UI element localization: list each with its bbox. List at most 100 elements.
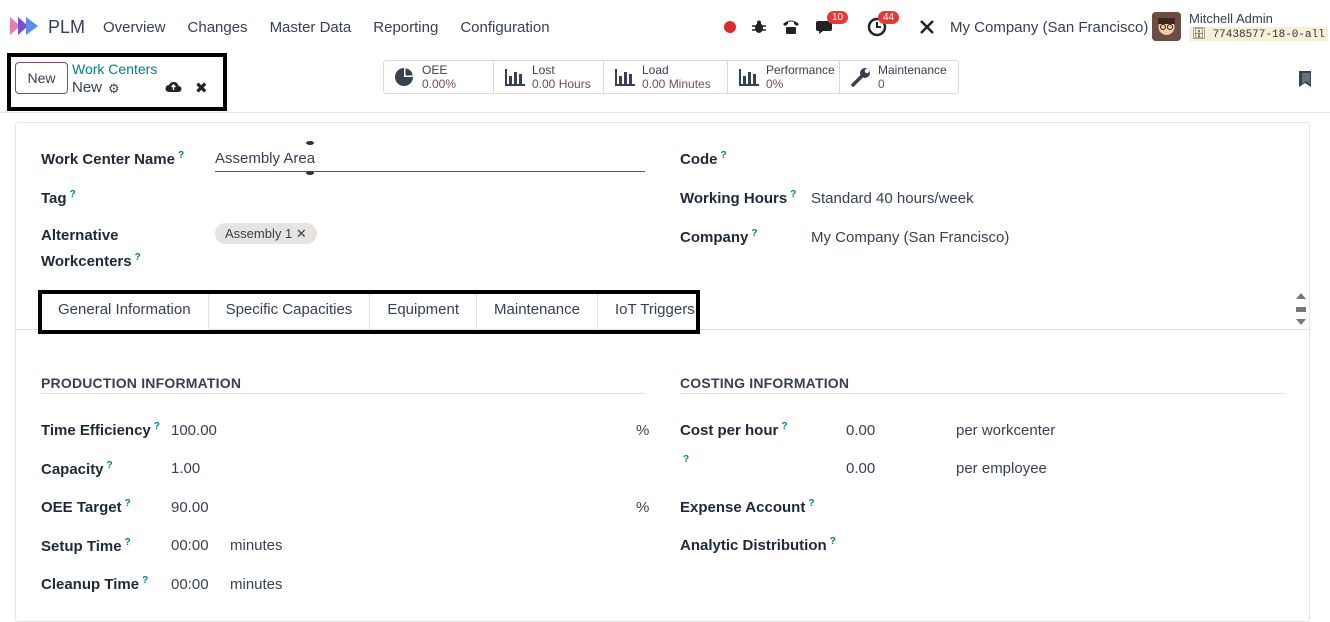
per-workcenter-unit: per workcenter [956, 422, 1056, 439]
cost-per-hour-label: Cost per hour? [680, 421, 788, 439]
percent-unit: % [636, 422, 650, 439]
help-tooltip-icon[interactable]: ? [142, 575, 148, 586]
help-tooltip-icon[interactable]: ? [125, 498, 131, 509]
avatar[interactable] [1152, 12, 1181, 41]
alternative-workcenters-label: Alternative Workcenters? [41, 227, 141, 270]
pie-chart-icon [395, 68, 413, 86]
messages-icon[interactable]: 10 [814, 11, 849, 40]
menu-changes[interactable]: Changes [188, 19, 248, 36]
percent-unit: % [636, 499, 650, 516]
menu-configuration[interactable]: Configuration [460, 19, 549, 36]
activities-icon[interactable]: 44 [865, 11, 900, 40]
user-name[interactable]: Mitchell Admin [1189, 11, 1273, 26]
menu-overview[interactable]: Overview [103, 19, 166, 36]
minutes-unit: minutes [230, 537, 283, 554]
oee-target-input[interactable]: 90.00 [171, 499, 209, 516]
setup-time-input[interactable]: 00:00 [171, 537, 209, 554]
help-tooltip-icon[interactable]: ? [781, 421, 787, 432]
section-divider [680, 393, 1285, 394]
help-tooltip-icon[interactable]: ? [683, 454, 689, 465]
code-label: Code? [680, 150, 727, 168]
tools-icon[interactable] [917, 14, 937, 40]
menu-master-data[interactable]: Master Data [270, 19, 352, 36]
analytic-distribution-input[interactable] [846, 534, 1281, 558]
chip-label: Assembly 1 [225, 226, 293, 241]
text-cursor-icon [306, 141, 314, 175]
scroll-arrows-icon[interactable] [1294, 290, 1308, 330]
help-tooltip-icon[interactable]: ? [178, 150, 184, 161]
employee-cost-input[interactable]: 0.00 [846, 460, 875, 477]
help-tooltip-icon[interactable]: ? [154, 421, 160, 432]
stat-maintenance-button[interactable]: Maintenance 0 [840, 61, 958, 93]
help-tooltip-icon[interactable]: ? [808, 498, 814, 509]
database-name-text: 77438577-18-0-all [1212, 29, 1325, 41]
help-tooltip-icon[interactable]: ? [135, 252, 141, 263]
work-center-name-input[interactable]: Assembly Area [215, 150, 645, 172]
name-label: Work Center Name? [41, 150, 185, 168]
help-tooltip-icon[interactable]: ? [721, 150, 727, 161]
menu-reporting[interactable]: Reporting [373, 19, 438, 36]
phone-icon[interactable] [780, 14, 802, 40]
main-menu: Overview Changes Master Data Reporting C… [103, 19, 572, 36]
minutes-unit: minutes [230, 576, 283, 593]
chip-remove-icon[interactable]: ✕ [296, 226, 307, 241]
company-label: Company? [680, 228, 758, 246]
stat-label: Maintenance [878, 63, 947, 77]
stat-oee-button[interactable]: OEE 0.00% [384, 61, 494, 93]
messages-badge: 10 [827, 11, 849, 24]
time-efficiency-label: Time Efficiency? [41, 421, 160, 439]
stat-label: OEE [422, 63, 448, 77]
highlight-box-tabs [38, 290, 700, 334]
production-section-title: PRODUCTION INFORMATION [41, 375, 242, 391]
cleanup-time-input[interactable]: 00:00 [171, 576, 209, 593]
stat-value: 0.00 Hours [532, 77, 591, 91]
stat-lost-button[interactable]: Lost 0.00 Hours [494, 61, 604, 93]
stat-load-button[interactable]: Load 0.00 Minutes [604, 61, 728, 93]
code-input[interactable] [811, 148, 1281, 172]
company-field[interactable]: My Company (San Francisco) [811, 229, 1009, 246]
bar-chart-icon [739, 69, 759, 86]
gear-icon[interactable]: ⚙ [108, 81, 120, 97]
capacity-label: Capacity? [41, 460, 113, 478]
help-tooltip-icon[interactable]: ? [125, 537, 131, 548]
smart-buttons: OEE 0.00% Lost 0.00 Hours Load 0.00 Minu… [383, 60, 959, 94]
tag-input[interactable] [215, 186, 645, 210]
working-hours-field[interactable]: Standard 40 hours/week [811, 190, 974, 207]
bookmark-icon[interactable] [1298, 70, 1312, 88]
help-tooltip-icon[interactable]: ? [790, 189, 796, 200]
stat-value: 0.00 Minutes [642, 77, 711, 91]
company-switcher[interactable]: My Company (San Francisco) [950, 19, 1148, 36]
alternative-workcenter-chip: Assembly 1 ✕ [215, 223, 317, 244]
app-logo-icon[interactable] [10, 15, 42, 37]
capacity-input[interactable]: 1.00 [171, 460, 200, 477]
cost-per-hour-input[interactable]: 0.00 [846, 422, 875, 439]
breadcrumb-parent[interactable]: Work Centers [72, 61, 157, 77]
section-divider [41, 393, 646, 394]
stat-performance-button[interactable]: Performance 0% [728, 61, 840, 93]
expense-account-input[interactable] [846, 496, 1281, 520]
new-button[interactable]: New [15, 62, 68, 94]
help-tooltip-icon[interactable]: ? [830, 536, 836, 547]
stat-label: Performance [766, 63, 835, 77]
help-tooltip-icon[interactable]: ? [107, 460, 113, 471]
stat-value: 0% [766, 77, 784, 91]
help-tooltip-icon[interactable]: ? [70, 189, 76, 200]
save-cloud-icon[interactable] [165, 80, 182, 94]
oee-target-label: OEE Target? [41, 498, 131, 516]
tag-label: Tag? [41, 189, 76, 207]
working-hours-label: Working Hours? [680, 189, 797, 207]
setup-time-label: Setup Time? [41, 537, 131, 555]
employee-cost-label: ? [680, 454, 689, 472]
breadcrumb-current: New [72, 79, 103, 96]
app-name[interactable]: PLM [48, 17, 85, 38]
time-efficiency-input[interactable]: 100.00 [171, 422, 217, 439]
bar-chart-icon [505, 69, 525, 86]
cleanup-time-label: Cleanup Time? [41, 575, 149, 593]
recording-icon[interactable] [722, 14, 738, 40]
database-name: 🗄︎ 77438577-18-0-all [1189, 27, 1328, 41]
activities-badge: 44 [878, 11, 900, 24]
per-employee-unit: per employee [956, 460, 1047, 477]
discard-x-icon[interactable]: ✖ [195, 79, 208, 97]
bug-icon[interactable] [749, 14, 769, 40]
help-tooltip-icon[interactable]: ? [751, 228, 757, 239]
